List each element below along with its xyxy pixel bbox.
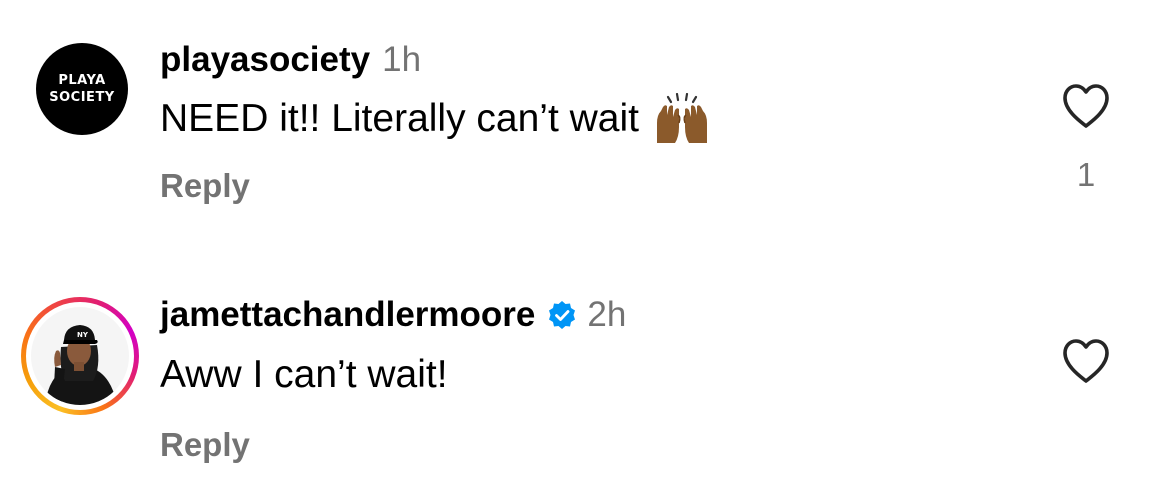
comment-header: playasociety 1h xyxy=(160,40,421,80)
comment-text: NEED it!! Literally can’t wait xyxy=(160,97,639,140)
comment-text-row: Aww I can’t wait! xyxy=(160,353,448,397)
username[interactable]: playasociety xyxy=(160,40,370,80)
username[interactable]: jamettachandlermoore xyxy=(160,295,535,335)
comment-item: PLAYA SOCIETY playasociety 1h NEED it!! … xyxy=(0,0,1170,240)
like-count: 1 xyxy=(1076,156,1096,193)
reply-button[interactable]: Reply xyxy=(160,167,250,205)
avatar: NY xyxy=(31,307,129,405)
timestamp: 1h xyxy=(382,40,422,79)
avatar-ring-gap: NY xyxy=(26,302,134,410)
verified-badge-icon xyxy=(549,301,576,329)
comment-text-row: NEED it!! Literally can’t wait xyxy=(160,93,711,145)
avatar[interactable]: PLAYA SOCIETY xyxy=(36,43,128,135)
heart-icon[interactable] xyxy=(1061,83,1111,129)
svg-text:NY: NY xyxy=(77,331,89,339)
comment-text: Aww I can’t wait! xyxy=(160,353,448,396)
comment-item: NY jamettachandlermoore 2h Aww I can’t w… xyxy=(0,250,1170,487)
avatar-text: PLAYA xyxy=(58,73,106,88)
heart-icon[interactable] xyxy=(1061,338,1111,384)
avatar-photo-icon: NY xyxy=(31,307,129,405)
raising-hands-emoji-icon xyxy=(657,93,707,143)
timestamp: 2h xyxy=(587,295,627,334)
reply-button[interactable]: Reply xyxy=(160,426,250,464)
avatar-text: SOCIETY xyxy=(49,90,115,105)
comment-header: jamettachandlermoore 2h xyxy=(160,295,626,335)
avatar-story-ring[interactable]: NY xyxy=(21,297,139,415)
